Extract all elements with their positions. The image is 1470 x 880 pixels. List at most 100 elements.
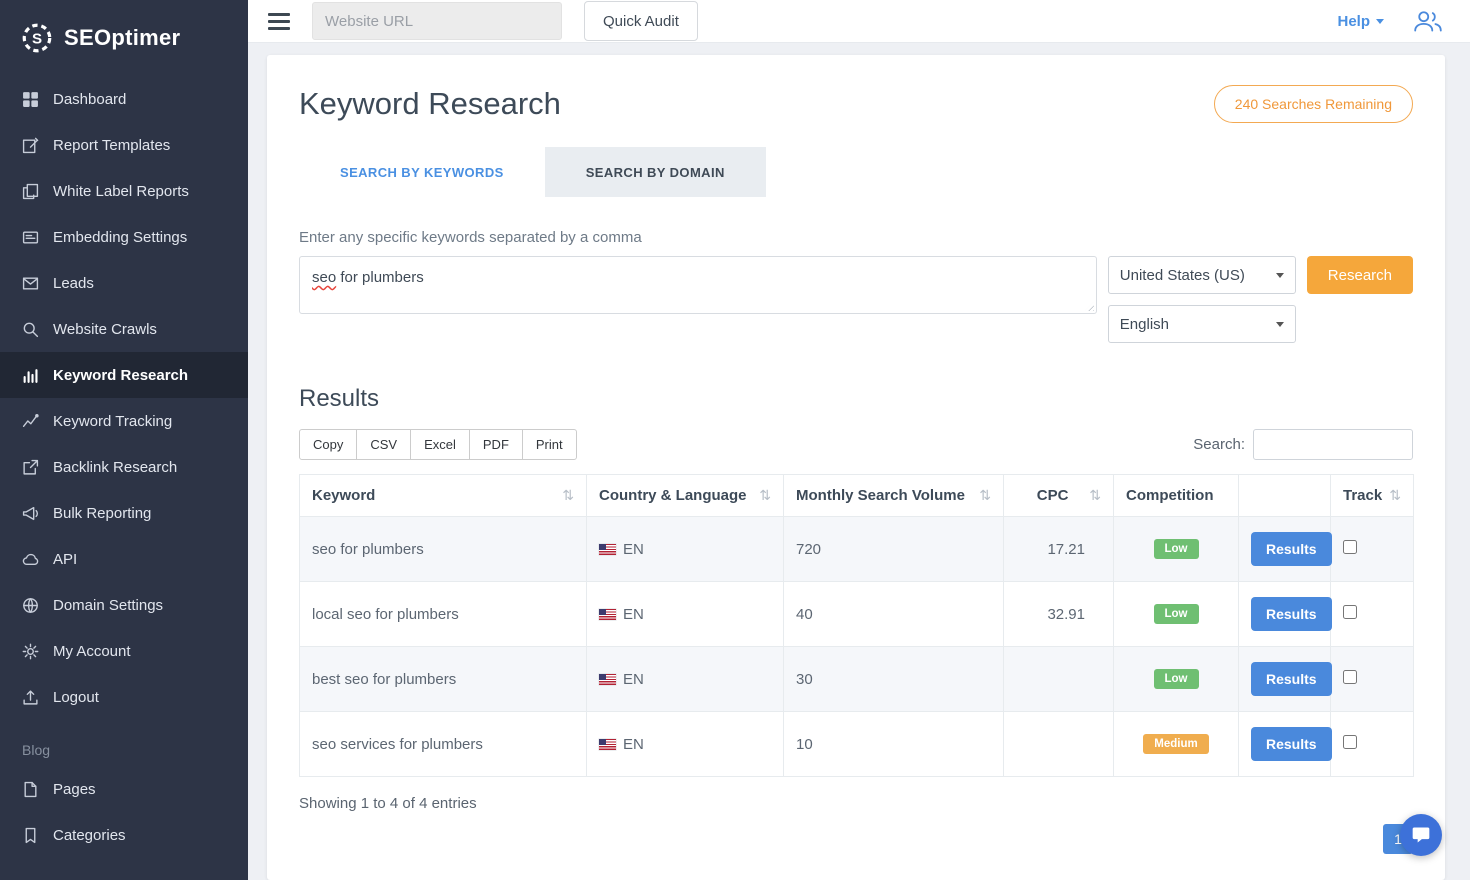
users-icon[interactable]: [1412, 8, 1444, 34]
column-header-track[interactable]: Track: [1331, 475, 1414, 517]
sidebar-item-logout[interactable]: Logout: [0, 674, 248, 720]
sidebar-item-label: Keyword Tracking: [53, 413, 172, 430]
tab-search-by-domain[interactable]: SEARCH BY DOMAIN: [545, 147, 766, 197]
sidebar-item-leads[interactable]: Leads: [0, 260, 248, 306]
sidebar-item-domain-settings[interactable]: Domain Settings: [0, 582, 248, 628]
domain-settings-icon: [22, 597, 39, 614]
table-search-input[interactable]: [1253, 429, 1413, 460]
results-button[interactable]: Results: [1251, 532, 1332, 566]
results-heading: Results: [299, 385, 1413, 413]
sidebar-item-my-account[interactable]: My Account: [0, 628, 248, 674]
track-checkbox[interactable]: [1343, 540, 1357, 554]
action-cell: Results: [1239, 517, 1331, 582]
sidebar-item-report-templates[interactable]: Report Templates: [0, 122, 248, 168]
research-button[interactable]: Research: [1307, 256, 1413, 294]
website-url-input[interactable]: [312, 2, 562, 40]
us-flag-icon: [599, 609, 616, 620]
sidebar-item-embedding-settings[interactable]: Embedding Settings: [0, 214, 248, 260]
sidebar-item-keyword-tracking[interactable]: Keyword Tracking: [0, 398, 248, 444]
table-search: Search:: [1193, 429, 1413, 460]
competition-badge: Low: [1154, 604, 1199, 624]
results-button[interactable]: Results: [1251, 727, 1332, 761]
embedding-settings-icon: [22, 229, 39, 246]
volume-cell: 40: [784, 582, 1004, 647]
language-select[interactable]: English: [1108, 305, 1296, 343]
competition-cell: Low: [1114, 582, 1239, 647]
sidebar-item-api[interactable]: API: [0, 536, 248, 582]
sidebar-item-label: Embedding Settings: [53, 229, 187, 246]
country-cell: EN: [587, 712, 784, 777]
print-button[interactable]: Print: [522, 429, 577, 460]
excel-button[interactable]: Excel: [410, 429, 470, 460]
sidebar-item-categories[interactable]: Categories: [0, 812, 248, 858]
tab-search-by-keywords[interactable]: SEARCH BY KEYWORDS: [299, 147, 545, 197]
sidebar-nav: Dashboard Report Templates White Label R…: [0, 76, 248, 880]
sidebar-item-label: Leads: [53, 275, 94, 292]
table-search-label: Search:: [1193, 436, 1245, 453]
sidebar: S SEOptimer Dashboard Report Templates W…: [0, 0, 248, 880]
copy-button[interactable]: Copy: [299, 429, 357, 460]
sidebar-item-bulk-reporting[interactable]: Bulk Reporting: [0, 490, 248, 536]
column-header-actions: [1239, 475, 1331, 517]
column-header-cpc[interactable]: CPC: [1004, 475, 1114, 517]
track-cell: [1331, 647, 1414, 712]
white-label-reports-icon: [22, 183, 39, 200]
sidebar-item-label: Categories: [53, 827, 126, 844]
us-flag-icon: [599, 674, 616, 685]
column-label: Country & Language: [599, 487, 747, 504]
us-flag-icon: [599, 544, 616, 555]
country-select[interactable]: United States (US): [1108, 256, 1296, 294]
sidebar-item-label: White Label Reports: [53, 183, 189, 200]
sort-icon: [759, 487, 771, 504]
sidebar-item-dashboard[interactable]: Dashboard: [0, 76, 248, 122]
column-header-competition[interactable]: Competition: [1114, 475, 1239, 517]
track-checkbox[interactable]: [1343, 670, 1357, 684]
language-code: EN: [623, 736, 644, 753]
keyword-cell: best seo for plumbers: [300, 647, 587, 712]
pdf-button[interactable]: PDF: [469, 429, 523, 460]
topbar: Quick Audit Help: [248, 0, 1470, 43]
results-button[interactable]: Results: [1251, 597, 1332, 631]
sidebar-item-white-label-reports[interactable]: White Label Reports: [0, 168, 248, 214]
logo[interactable]: S SEOptimer: [0, 0, 248, 76]
table-row: local seo for plumbers EN 40 32.91 Low R…: [300, 582, 1414, 647]
csv-button[interactable]: CSV: [356, 429, 411, 460]
sidebar-item-label: Bulk Reporting: [53, 505, 151, 522]
chat-launcher-button[interactable]: [1400, 814, 1442, 856]
column-header-keyword[interactable]: Keyword: [300, 475, 587, 517]
competition-badge: Low: [1154, 539, 1199, 559]
help-menu[interactable]: Help: [1337, 13, 1384, 30]
keywords-input[interactable]: seo for plumbers: [299, 256, 1097, 314]
content-area: Keyword Research 240 Searches Remaining …: [248, 43, 1470, 880]
column-header-monthly-search-volume[interactable]: Monthly Search Volume: [784, 475, 1004, 517]
sidebar-section-blog: Blog: [0, 720, 248, 766]
leads-icon: [22, 275, 39, 292]
track-checkbox[interactable]: [1343, 605, 1357, 619]
column-label: CPC: [1037, 487, 1069, 504]
hamburger-icon[interactable]: [268, 13, 290, 30]
track-cell: [1331, 582, 1414, 647]
sidebar-item-keyword-research[interactable]: Keyword Research: [0, 352, 248, 398]
api-icon: [22, 551, 39, 568]
page-head: Keyword Research 240 Searches Remaining: [299, 85, 1413, 123]
competition-cell: Low: [1114, 517, 1239, 582]
chevron-down-icon: [1276, 273, 1284, 278]
sidebar-item-pages[interactable]: Pages: [0, 766, 248, 812]
language-code: EN: [623, 671, 644, 688]
results-button[interactable]: Results: [1251, 662, 1332, 696]
sidebar-item-backlink-research[interactable]: Backlink Research: [0, 444, 248, 490]
country-select-value: United States (US): [1120, 267, 1245, 284]
pagination: 1: [299, 824, 1413, 854]
chevron-down-icon: [1376, 19, 1384, 24]
sort-icon: [979, 487, 991, 504]
showing-entries-text: Showing 1 to 4 of 4 entries: [299, 795, 1413, 812]
chat-bubble-icon: [1411, 825, 1431, 845]
column-header-country-language[interactable]: Country & Language: [587, 475, 784, 517]
sidebar-item-website-crawls[interactable]: Website Crawls: [0, 306, 248, 352]
sidebar-item-label: Logout: [53, 689, 99, 706]
export-buttons: Copy CSV Excel PDF Print: [299, 429, 577, 460]
table-toolbar: Copy CSV Excel PDF Print Search:: [299, 429, 1413, 460]
language-code: EN: [623, 606, 644, 623]
track-checkbox[interactable]: [1343, 735, 1357, 749]
quick-audit-button[interactable]: Quick Audit: [584, 1, 698, 41]
